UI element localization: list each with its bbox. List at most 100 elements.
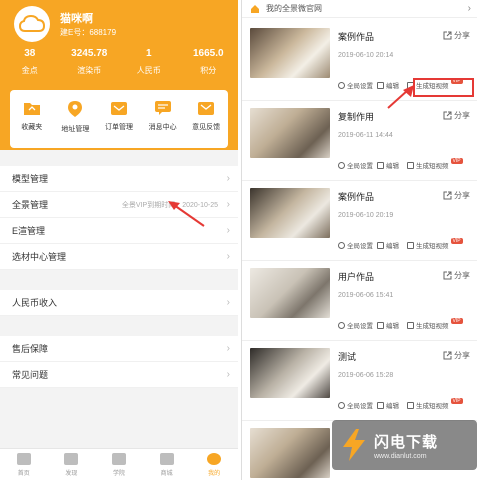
- stat-value: 1665.0: [192, 48, 224, 59]
- share-button[interactable]: 分享: [443, 30, 470, 41]
- panorama-site-screen: 我的全景微官网 › 案例作品 2019-06-10 20:14 分享 全局设置 …: [241, 0, 477, 480]
- share-label: 分享: [454, 111, 470, 120]
- page-title-bar: 我的全景微官网 ›: [242, 0, 477, 18]
- panorama-thumbnail[interactable]: [250, 188, 330, 238]
- item-title: 案例作品: [338, 192, 375, 202]
- stat-render-coin[interactable]: 3245.78 渲染币: [60, 48, 120, 76]
- menu-group-income: 人民币收入 ›: [0, 290, 238, 316]
- edit-button[interactable]: 编辑: [377, 320, 399, 330]
- list-item[interactable]: 复制作用 2019-06-11 14:44 分享 全局设置 编辑 生成短视频 VI…: [242, 102, 477, 181]
- generate-video-button[interactable]: 生成短视频 VIP: [407, 398, 463, 410]
- menu-item-material-center[interactable]: 选材中心管理 ›: [0, 244, 238, 270]
- tab-mine[interactable]: 我的: [190, 449, 238, 480]
- tab-discover[interactable]: 发现: [48, 449, 96, 480]
- global-settings-button[interactable]: 全局设置: [338, 160, 373, 170]
- gear-icon: [338, 161, 345, 169]
- shortcut-feedback[interactable]: 意见反馈: [184, 90, 228, 148]
- share-button[interactable]: 分享: [443, 110, 470, 121]
- gear-icon: [338, 81, 345, 89]
- lightning-bolt-icon: [343, 429, 365, 461]
- list-item[interactable]: 测试 2019-06-06 15:28 分享 全局设置 编辑 生成短视频 VIP: [242, 342, 477, 421]
- shortcut-card: 收藏夹 地址管理 订单管理 消息中心 意见反馈: [10, 90, 228, 148]
- shortcut-label: 订单管理: [104, 124, 133, 131]
- video-icon: [407, 241, 414, 249]
- panorama-thumbnail[interactable]: [250, 348, 330, 398]
- global-settings-button[interactable]: 全局设置: [338, 240, 373, 250]
- action-label: 生成短视频: [416, 403, 449, 410]
- menu-item-model-management[interactable]: 模型管理 ›: [0, 166, 238, 192]
- panorama-thumbnail[interactable]: [250, 268, 330, 318]
- edit-button[interactable]: 编辑: [377, 400, 399, 410]
- stat-gold[interactable]: 38 金点: [0, 48, 60, 76]
- shortcut-favorites[interactable]: 收藏夹: [10, 90, 54, 148]
- avatar[interactable]: [14, 6, 50, 42]
- panorama-thumbnail[interactable]: [250, 28, 330, 78]
- stat-label: 积分: [200, 66, 217, 75]
- vip-badge: VIP: [450, 238, 463, 244]
- edit-button[interactable]: 编辑: [377, 240, 399, 250]
- list-item[interactable]: 案例作品 2019-06-10 20:19 分享 全局设置 编辑 生成短视频 VI…: [242, 182, 477, 261]
- stats-row: 38 金点 3245.78 渲染币 1 人民币 1665.0 积分: [0, 48, 238, 76]
- generate-video-button[interactable]: 生成短视频 VIP: [407, 318, 463, 330]
- share-label: 分享: [454, 31, 470, 40]
- share-button[interactable]: 分享: [443, 270, 470, 281]
- academy-icon: [111, 453, 126, 465]
- edit-icon: [377, 401, 384, 409]
- share-icon: [443, 271, 452, 280]
- share-button[interactable]: 分享: [443, 190, 470, 201]
- mall-icon: [159, 453, 174, 465]
- global-settings-button[interactable]: 全局设置: [338, 400, 373, 410]
- tab-academy[interactable]: 学院: [95, 449, 143, 480]
- shortcut-label: 意见反馈: [192, 124, 221, 131]
- share-icon: [443, 31, 452, 40]
- panorama-thumbnail[interactable]: [250, 108, 330, 158]
- menu-item-after-sales[interactable]: 售后保障 ›: [0, 336, 238, 362]
- user-id: 建E号：688179: [60, 28, 117, 37]
- tab-home[interactable]: 首页: [0, 449, 48, 480]
- share-button[interactable]: 分享: [443, 350, 470, 361]
- item-actions: 全局设置 编辑 生成短视频 VIP: [338, 398, 474, 410]
- list-item[interactable]: 用户作品 2019-06-06 15:41 分享 全局设置 编辑 生成短视频 VI…: [242, 262, 477, 341]
- item-date: 2019-06-10 20:19: [338, 212, 394, 219]
- menu-item-label: 模型管理: [12, 174, 49, 184]
- shortcut-address[interactable]: 地址管理: [54, 90, 98, 148]
- vip-badge: VIP: [450, 158, 463, 164]
- stat-label: 金点: [21, 66, 38, 75]
- vip-badge: VIP: [450, 318, 463, 324]
- shortcut-orders[interactable]: 订单管理: [97, 90, 141, 148]
- generate-video-button[interactable]: 生成短视频 VIP: [407, 158, 463, 170]
- chevron-right-icon: ›: [226, 199, 230, 210]
- annotation-arrow: [168, 201, 205, 227]
- edit-button[interactable]: 编辑: [377, 160, 399, 170]
- chevron-right-icon[interactable]: ›: [468, 3, 471, 14]
- menu-item-rmb-income[interactable]: 人民币收入 ›: [0, 290, 238, 316]
- action-label: 生成短视频: [416, 323, 449, 330]
- page-title: 我的全景微官网: [266, 4, 322, 13]
- stat-label: 人民币: [136, 66, 161, 75]
- panorama-thumbnail[interactable]: [250, 428, 330, 478]
- tab-mall[interactable]: 商城: [143, 449, 191, 480]
- shortcut-messages[interactable]: 消息中心: [141, 90, 185, 148]
- stat-rmb[interactable]: 1 人民币: [119, 48, 179, 76]
- generate-video-button[interactable]: 生成短视频 VIP: [407, 238, 463, 250]
- stat-points[interactable]: 1665.0 积分: [179, 48, 239, 76]
- global-settings-button[interactable]: 全局设置: [338, 80, 373, 90]
- action-label: 全局设置: [347, 163, 373, 170]
- menu-item-faq[interactable]: 常见问题 ›: [0, 362, 238, 388]
- share-icon: [443, 351, 452, 360]
- home-icon[interactable]: [250, 4, 260, 14]
- action-label: 编辑: [386, 403, 399, 410]
- profile-screen: 猫咪啊 建E号：688179 38 金点 3245.78 渲染币 1 人民币 1…: [0, 0, 238, 480]
- global-settings-button[interactable]: 全局设置: [338, 320, 373, 330]
- chevron-right-icon: ›: [226, 343, 230, 354]
- shortcut-label: 消息中心: [148, 124, 177, 131]
- tab-label: 学院: [112, 471, 125, 477]
- tab-label: 首页: [17, 471, 30, 477]
- item-title: 案例作品: [338, 32, 375, 42]
- edit-icon: [377, 161, 384, 169]
- chevron-right-icon: ›: [226, 173, 230, 184]
- tab-label: 我的: [208, 471, 221, 477]
- bottom-tab-bar: 首页 发现 学院 商城 我的: [0, 448, 238, 480]
- item-date: 2019-06-06 15:41: [338, 292, 394, 299]
- action-label: 生成短视频: [416, 243, 449, 250]
